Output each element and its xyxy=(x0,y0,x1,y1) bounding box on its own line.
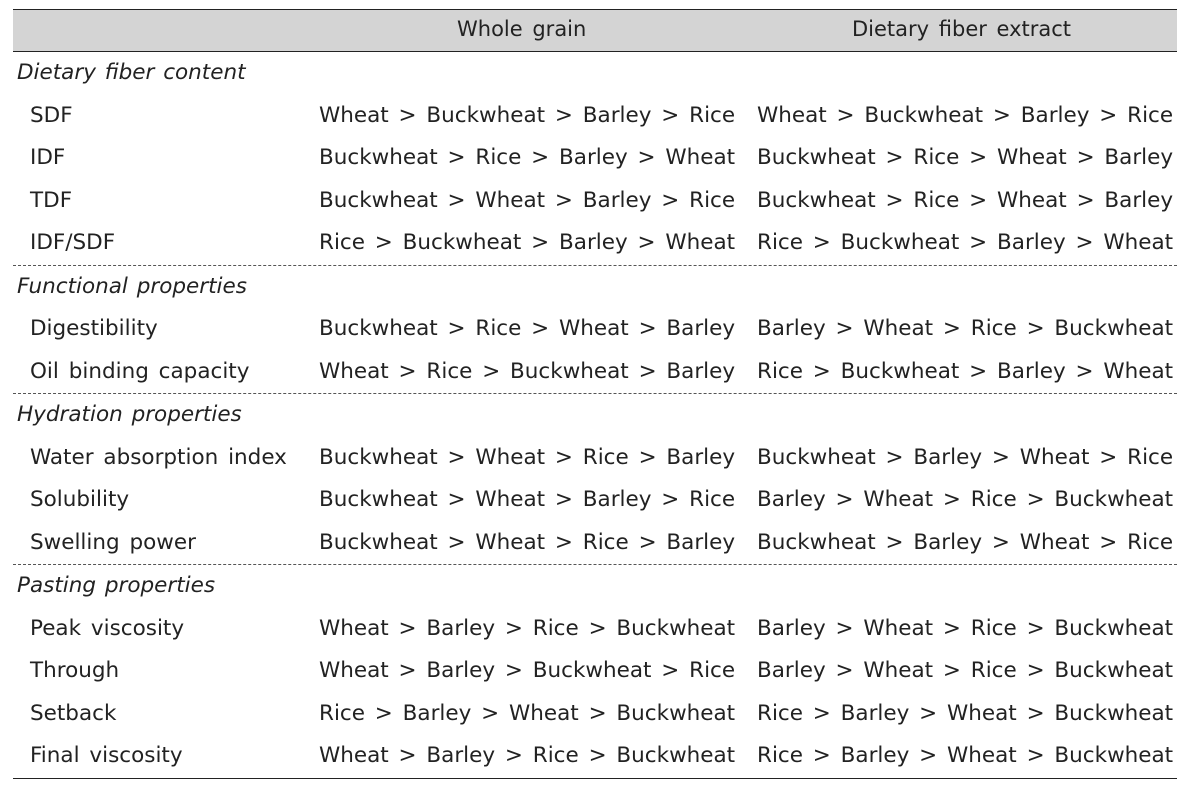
row-label: Water absorption index xyxy=(30,444,287,470)
whole-grain-value: Buckwheat > Rice > Barley > Wheat xyxy=(319,145,736,170)
whole-grain-value: Buckwheat > Rice > Wheat > Barley xyxy=(319,316,736,341)
table-header: Whole grain Dietary fiber extract xyxy=(13,9,1177,52)
row-label: IDF xyxy=(30,145,66,170)
fiber-extract-value: Wheat > Buckwheat > Barley > Rice xyxy=(757,102,1174,128)
whole-grain-value: Wheat > Buckwheat > Barley > Rice xyxy=(319,102,736,128)
table-row: Solubility Buckwheat > Wheat > Barley > R… xyxy=(13,479,1177,522)
fiber-extract-value: Barley > Wheat > Rice > Buckwheat xyxy=(757,487,1174,512)
fiber-extract-value: Buckwheat > Barley > Wheat > Rice xyxy=(757,444,1174,470)
fiber-extract-value: Rice > Barley > Wheat > Buckwheat xyxy=(757,743,1174,768)
section-title: Pasting properties xyxy=(17,573,216,598)
table-bottom-rule xyxy=(13,777,1177,779)
table-row: Final viscosity Wheat > Barley > Rice > B… xyxy=(13,735,1177,778)
row-label: SDF xyxy=(30,102,73,128)
table-row: TDF Buckwheat > Wheat > Barley > Rice Buck… xyxy=(13,180,1177,223)
whole-grain-value: Wheat > Barley > Rice > Buckwheat xyxy=(319,615,736,641)
table-row: IDF Buckwheat > Rice > Barley > Wheat Buck… xyxy=(13,137,1177,180)
table-row: Swelling power Buckwheat > Wheat > Rice >… xyxy=(13,522,1177,565)
whole-grain-value: Buckwheat > Wheat > Rice > Barley xyxy=(319,529,736,555)
table-row: IDF/SDF Rice > Buckwheat > Barley > Wheat… xyxy=(13,222,1177,265)
section-title: Dietary fiber content xyxy=(17,60,246,85)
row-label: IDF/SDF xyxy=(30,230,116,255)
table-row: Setback Rice > Barley > Wheat > Buckwheat… xyxy=(13,693,1177,736)
header-whole-grain: Whole grain xyxy=(457,17,587,41)
row-label: Final viscosity xyxy=(30,743,183,768)
fiber-extract-value: Barley > Wheat > Rice > Buckwheat xyxy=(757,615,1174,641)
whole-grain-value: Buckwheat > Wheat > Barley > Rice xyxy=(319,487,736,512)
whole-grain-value: Rice > Buckwheat > Barley > Wheat xyxy=(319,230,736,255)
row-label: Setback xyxy=(30,700,117,726)
table-row: Digestibility Buckwheat > Rice > Wheat > … xyxy=(13,308,1177,351)
whole-grain-value: Wheat > Barley > Buckwheat > Rice xyxy=(319,658,736,683)
whole-grain-value: Wheat > Rice > Buckwheat > Barley xyxy=(319,358,736,384)
row-label: Oil binding capacity xyxy=(30,358,250,384)
fiber-extract-value: Buckwheat > Barley > Wheat > Rice xyxy=(757,529,1174,555)
fiber-extract-value: Barley > Wheat > Rice > Buckwheat xyxy=(757,316,1174,341)
section-title: Hydration properties xyxy=(17,402,242,427)
comparison-table: Whole grain Dietary fiber extract Dietar… xyxy=(13,9,1177,779)
whole-grain-value: Rice > Barley > Wheat > Buckwheat xyxy=(319,700,736,726)
whole-grain-value: Wheat > Barley > Rice > Buckwheat xyxy=(319,743,736,768)
section-title: Functional properties xyxy=(17,273,247,299)
fiber-extract-value: Rice > Barley > Wheat > Buckwheat xyxy=(757,700,1174,726)
row-label: Swelling power xyxy=(30,529,196,555)
fiber-extract-value: Rice > Buckwheat > Barley > Wheat xyxy=(757,358,1174,384)
fiber-extract-value: Barley > Wheat > Rice > Buckwheat xyxy=(757,658,1174,683)
table-row: Through Wheat > Barley > Buckwheat > Rice… xyxy=(13,650,1177,693)
row-label: Solubility xyxy=(30,487,130,512)
row-label: Through xyxy=(30,658,120,683)
table-body: Dietary fiber content SDF Wheat > Buckwhea… xyxy=(13,52,1177,778)
row-label: TDF xyxy=(30,187,73,213)
row-label: Peak viscosity xyxy=(30,615,185,641)
fiber-extract-value: Buckwheat > Rice > Wheat > Barley xyxy=(757,187,1174,213)
row-label: Digestibility xyxy=(30,316,158,341)
table-row: SDF Wheat > Buckwheat > Barley > Rice Whea… xyxy=(13,95,1177,138)
table-row: Peak viscosity Wheat > Barley > Rice > Bu… xyxy=(13,608,1177,651)
whole-grain-value: Buckwheat > Wheat > Rice > Barley xyxy=(319,444,736,470)
header-dietary-fiber-extract: Dietary fiber extract xyxy=(852,17,1072,41)
fiber-extract-value: Rice > Buckwheat > Barley > Wheat xyxy=(757,230,1174,255)
table-row: Oil binding capacity Wheat > Rice > Buckw… xyxy=(13,351,1177,394)
table-row: Water absorption index Buckwheat > Wheat … xyxy=(13,437,1177,480)
fiber-extract-value: Buckwheat > Rice > Wheat > Barley xyxy=(757,145,1174,170)
whole-grain-value: Buckwheat > Wheat > Barley > Rice xyxy=(319,187,736,213)
